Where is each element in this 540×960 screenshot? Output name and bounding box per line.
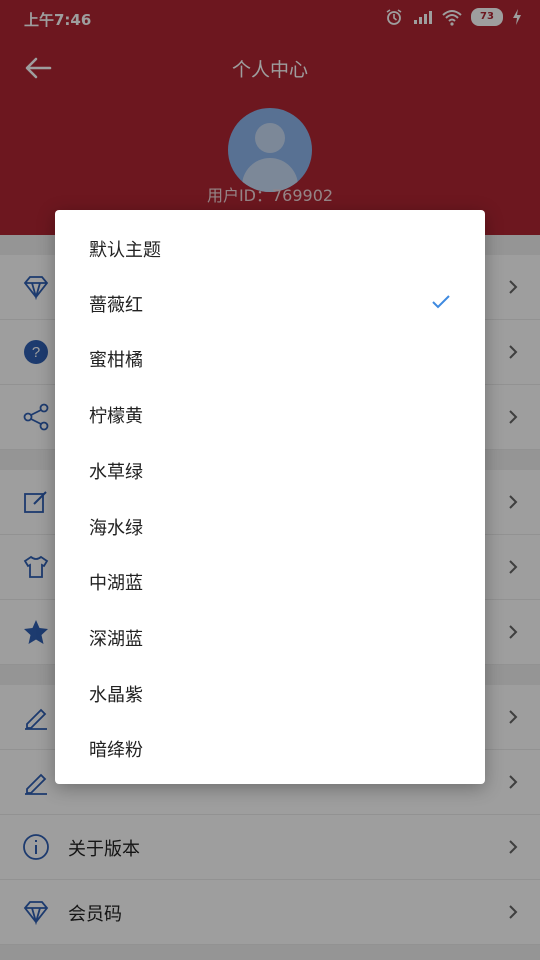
theme-option[interactable]: 中湖蓝 bbox=[55, 553, 485, 608]
theme-option-label: 中湖蓝 bbox=[89, 573, 143, 594]
theme-option[interactable]: 蜜柑橘 bbox=[55, 330, 485, 385]
theme-option[interactable]: 水草绿 bbox=[55, 442, 485, 497]
theme-option-selected[interactable]: 蔷薇红 bbox=[55, 275, 485, 330]
theme-option[interactable]: 海水绿 bbox=[55, 498, 485, 553]
theme-option-label: 水草绿 bbox=[89, 462, 143, 483]
theme-option-label: 蔷薇红 bbox=[89, 295, 143, 316]
theme-option[interactable]: 水晶紫 bbox=[55, 665, 485, 720]
theme-picker-dialog: 默认主题 蔷薇红 蜜柑橘 柠檬黄 水草绿 海水绿 中湖蓝 深湖蓝 水晶紫 暗绛粉 bbox=[55, 210, 485, 784]
theme-option-label: 蜜柑橘 bbox=[89, 350, 143, 371]
theme-option-label: 海水绿 bbox=[89, 518, 143, 539]
theme-option-label: 柠檬黄 bbox=[89, 406, 143, 427]
theme-option-label: 深湖蓝 bbox=[89, 629, 143, 650]
checkmark-icon bbox=[432, 295, 450, 309]
theme-option-label: 水晶紫 bbox=[89, 685, 143, 706]
theme-option[interactable]: 默认主题 bbox=[55, 220, 485, 275]
theme-option[interactable]: 暗绛粉 bbox=[55, 720, 485, 775]
theme-option-label: 默认主题 bbox=[89, 240, 161, 261]
theme-option-label: 暗绛粉 bbox=[89, 740, 143, 761]
theme-option[interactable]: 柠檬黄 bbox=[55, 386, 485, 441]
theme-option[interactable]: 深湖蓝 bbox=[55, 609, 485, 664]
